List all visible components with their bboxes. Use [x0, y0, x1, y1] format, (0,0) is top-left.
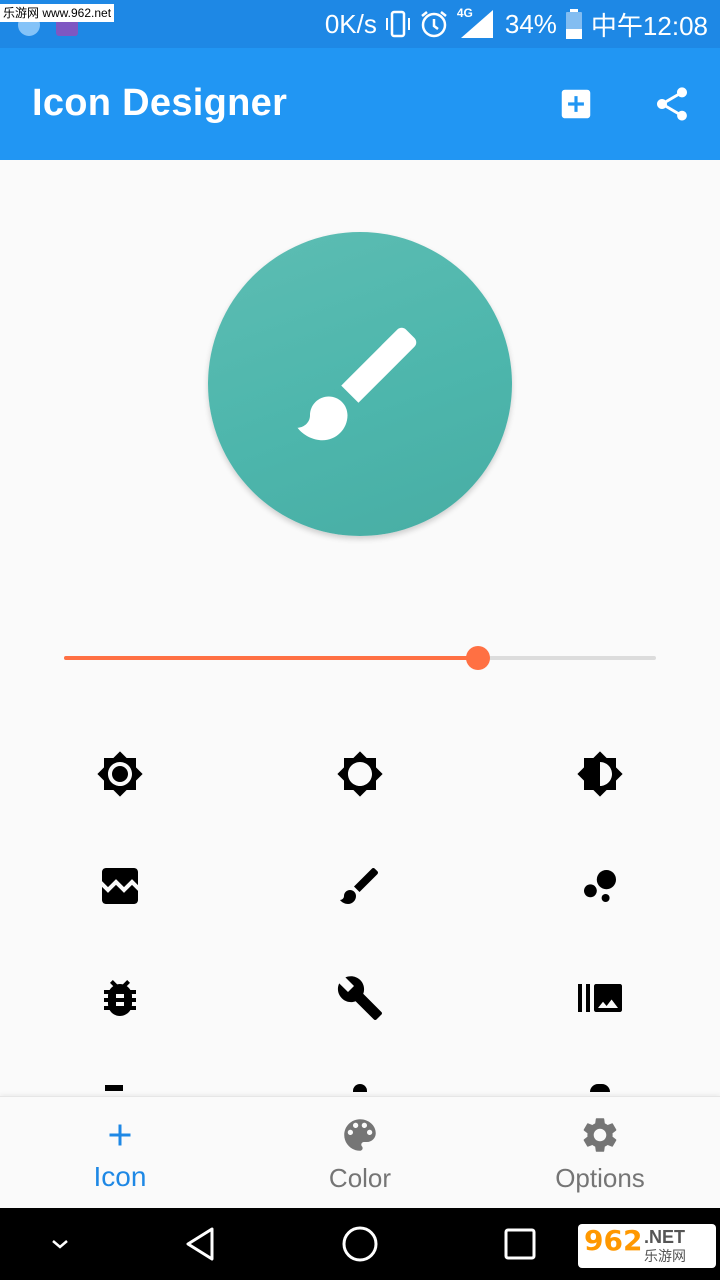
grid-item-partial[interactable] — [480, 1054, 720, 1096]
partial-icon — [590, 1084, 610, 1092]
badge-number: 962 — [584, 1224, 643, 1257]
broken-image-icon — [102, 868, 138, 904]
brush-icon — [297, 327, 417, 441]
back-triangle-icon — [186, 1227, 214, 1261]
brush-icon — [340, 867, 379, 904]
home-button[interactable] — [320, 1208, 400, 1280]
nav-label: Icon — [93, 1161, 147, 1192]
recents-square-icon — [504, 1228, 536, 1260]
brightness-high-icon — [97, 751, 143, 797]
status-bar: 乐游网 www.962.net 0K/s 4G 34% 中午12:08 — [0, 0, 720, 48]
chevron-down-icon — [52, 1240, 68, 1249]
palette-icon — [344, 1119, 376, 1151]
alarm-icon — [419, 9, 449, 39]
grid-item-burst-mode[interactable] — [480, 942, 720, 1054]
add-icon-button[interactable] — [556, 84, 596, 124]
grid-item-brush[interactable] — [240, 830, 480, 942]
nav-label: Color — [328, 1163, 392, 1193]
nav-item-color[interactable]: Color — [240, 1097, 480, 1209]
watermark-badge: 962 .NET 乐游网 — [578, 1224, 716, 1268]
share-icon — [657, 87, 687, 121]
bubble-chart-icon — [584, 870, 616, 902]
signal-icon: 4G — [456, 6, 497, 40]
network-type: 4G — [456, 6, 473, 20]
build-icon — [337, 976, 382, 1020]
hide-nav-button[interactable] — [20, 1208, 100, 1280]
partial-icon — [105, 1085, 123, 1091]
bug-report-icon — [104, 980, 136, 1016]
back-button[interactable] — [160, 1208, 240, 1280]
size-slider[interactable] — [64, 644, 656, 672]
brightness-medium-icon — [577, 751, 623, 797]
app-bar: Icon Designer — [0, 48, 720, 160]
icon-grid — [0, 718, 720, 1096]
grid-item-brightness-low[interactable] — [240, 718, 480, 830]
grid-item-bubble-chart[interactable] — [480, 830, 720, 942]
icon-preview — [208, 232, 512, 536]
battery-level: 34% — [504, 8, 557, 39]
grid-item-bug-report[interactable] — [0, 942, 240, 1054]
bottom-navigation: Icon Color Options — [0, 1096, 720, 1208]
add-icon — [109, 1124, 131, 1146]
nav-label: Options — [555, 1163, 645, 1193]
grid-item-brightness-medium[interactable] — [480, 718, 720, 830]
settings-icon — [583, 1118, 617, 1152]
grid-item-partial[interactable] — [0, 1054, 240, 1096]
nav-item-icon[interactable]: Icon — [0, 1097, 240, 1209]
watermark: 乐游网 www.962.net — [0, 4, 115, 22]
grid-item-broken-image[interactable] — [0, 830, 240, 942]
grid-item-build[interactable] — [240, 942, 480, 1054]
nav-item-options[interactable]: Options — [480, 1097, 720, 1209]
system-navigation-bar: 962 .NET 乐游网 — [0, 1208, 720, 1280]
share-button[interactable] — [652, 84, 692, 124]
slider-thumb[interactable] — [466, 646, 491, 670]
brightness-low-icon — [337, 751, 383, 797]
slider-fill — [64, 656, 479, 660]
clock: 中午12:08 — [590, 10, 708, 41]
vibrate-icon — [385, 9, 411, 39]
grid-item-brightness-high[interactable] — [0, 718, 240, 830]
home-circle-icon — [342, 1226, 378, 1262]
badge-text: .NET — [644, 1227, 686, 1247]
grid-item-partial[interactable] — [240, 1054, 480, 1096]
badge-subtext: 乐游网 — [644, 1248, 686, 1264]
burst-mode-icon — [578, 984, 622, 1012]
add-box-icon — [561, 89, 591, 119]
network-speed: 0K/s — [324, 8, 377, 39]
app-title: Icon Designer — [32, 82, 288, 124]
battery-icon — [565, 9, 583, 39]
partial-icon — [353, 1084, 367, 1092]
recents-button[interactable] — [480, 1208, 560, 1280]
